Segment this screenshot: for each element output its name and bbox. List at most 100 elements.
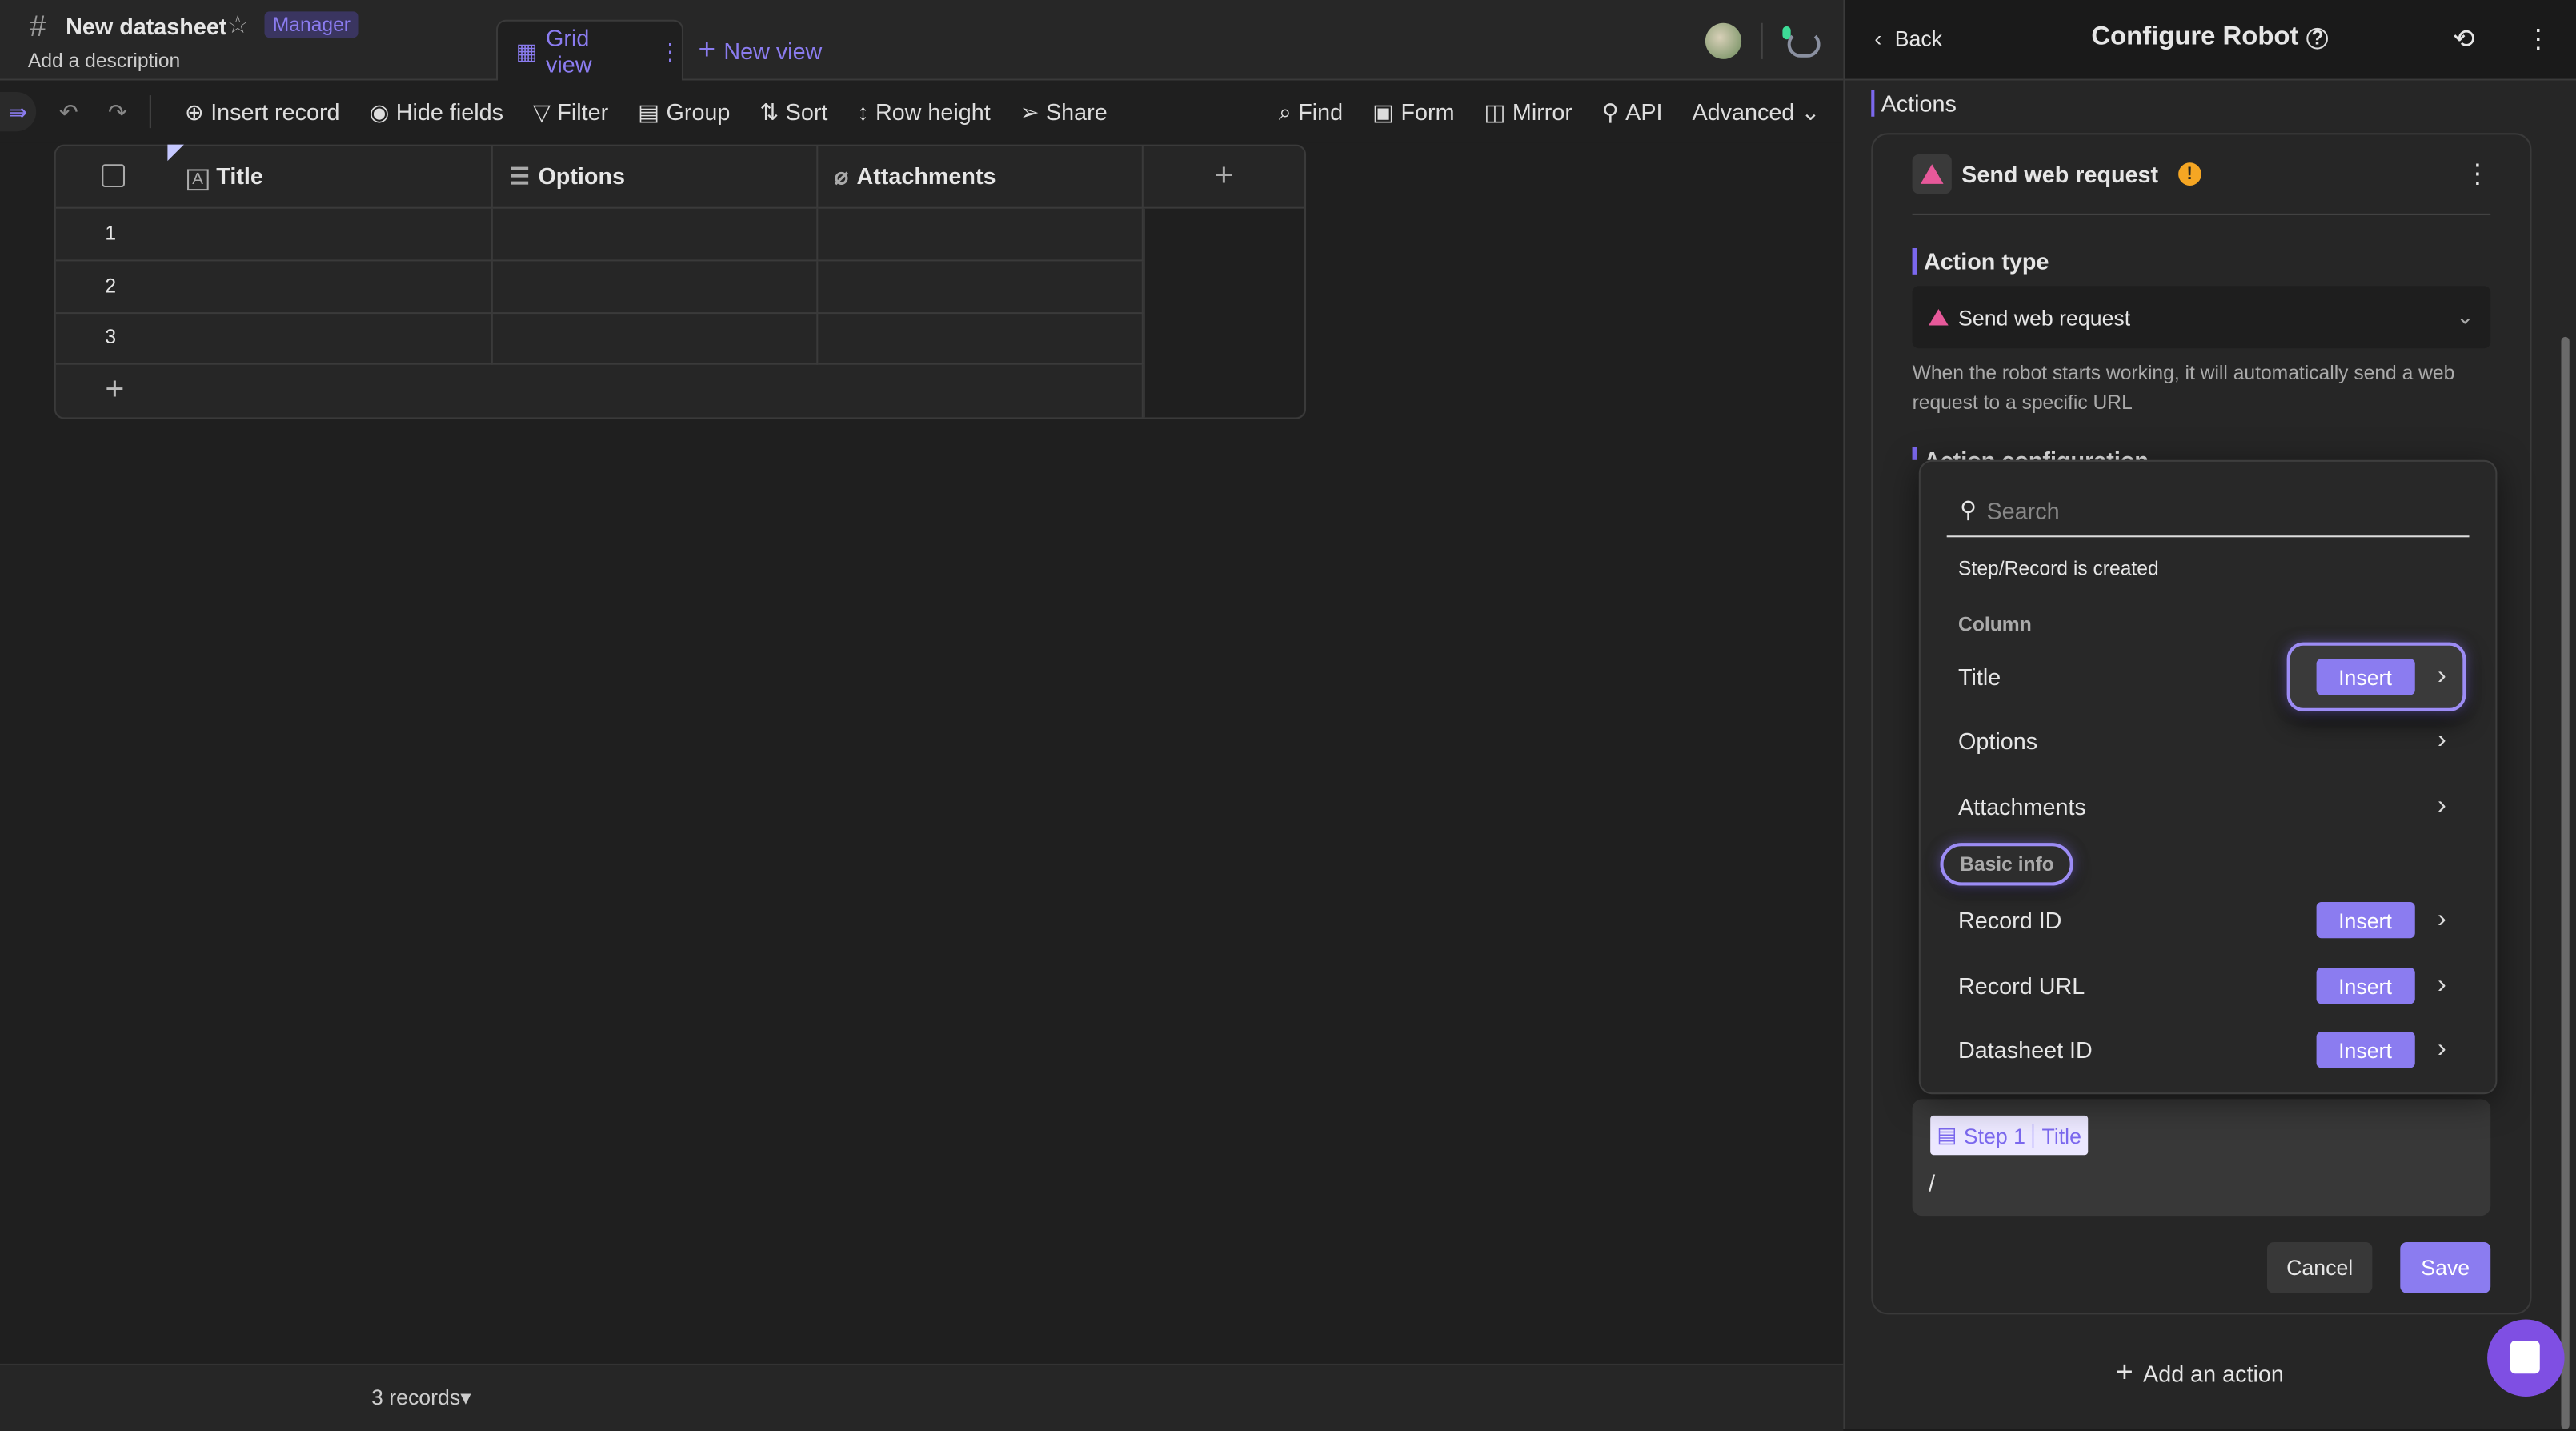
cell-options[interactable] (492, 312, 819, 366)
variable-label: Record ID (1958, 907, 2062, 934)
cell-attachments[interactable] (818, 260, 1144, 314)
selected-value: Send web request (1958, 304, 2131, 330)
add-description[interactable]: Add a description (28, 50, 180, 73)
header-cell-options[interactable]: ☰ Options (492, 146, 819, 209)
share-button[interactable]: ➢ Share (1020, 98, 1108, 126)
record-count[interactable]: 3 records▾ (371, 1385, 471, 1412)
cancel-button[interactable]: Cancel (2267, 1241, 2373, 1293)
freeze-handle[interactable] (167, 144, 184, 162)
action-header: Send web request ! (1912, 154, 2201, 194)
action-type-description: When the robot starts working, it will a… (1912, 361, 2455, 415)
tab-grid-view[interactable]: ▦ Grid view ⋮ (495, 19, 684, 81)
action-type-select[interactable]: Send web request ⌄ (1912, 286, 2491, 349)
insert-button[interactable]: Insert (2315, 968, 2415, 1004)
save-button[interactable]: Save (2400, 1241, 2491, 1293)
chevron-right-icon[interactable]: › (2438, 905, 2446, 935)
form-icon: ▣ (1372, 98, 1395, 124)
filter-icon: ▽ (532, 98, 551, 124)
star-icon[interactable]: ☆ (226, 10, 249, 39)
search-icon: ⚲ (1960, 495, 1977, 523)
insert-button[interactable]: Insert (2315, 659, 2415, 695)
header-cell-attachments[interactable]: ⌀ Attachments (818, 146, 1144, 209)
chat-support-button[interactable] (2487, 1319, 2565, 1397)
variable-token[interactable]: ▤ Step 1 Title (1930, 1115, 2089, 1156)
find-button[interactable]: ⌕ Find (1279, 98, 1343, 126)
variable-label: Title (1958, 663, 2001, 691)
panel-scrollbar[interactable] (2561, 336, 2570, 1430)
back-button[interactable]: ‹ Back (1874, 26, 1942, 51)
mirror-icon: ◫ (1484, 98, 1506, 124)
table-row[interactable]: 2 (55, 260, 493, 314)
hide-fields-button[interactable]: ◉ Hide fields (369, 98, 503, 126)
filter-button[interactable]: ▽ Filter (533, 98, 608, 126)
chevron-right-icon[interactable]: › (2438, 792, 2446, 821)
action-more-icon[interactable]: ⋮ (2464, 158, 2490, 190)
label: Title (216, 162, 263, 190)
tab-label: Grid view (546, 24, 592, 78)
send-icon: ➢ (1020, 98, 1040, 124)
group-button[interactable]: ▤ Group (638, 98, 730, 126)
new-view-button[interactable]: + New view (698, 33, 822, 67)
add-row-button[interactable]: + (56, 364, 1144, 418)
select-all-checkbox[interactable] (102, 164, 126, 188)
variable-item[interactable]: Attachments › (1958, 782, 2446, 832)
body-editor[interactable]: ▤ Step 1 Title / (1912, 1099, 2491, 1217)
cell-attachments[interactable] (818, 208, 1144, 262)
variable-label: Record URL (1958, 972, 2085, 1000)
search-icon: ⌕ (1278, 98, 1292, 124)
column-group-header: Column (1958, 612, 2032, 636)
table-row[interactable]: 3 (55, 312, 493, 366)
cell-options[interactable] (492, 260, 819, 314)
label: Filter (557, 98, 609, 126)
redo-icon[interactable]: ↷ (108, 98, 127, 126)
sort-icon: ⇅ (759, 98, 779, 124)
warning-icon: ! (2177, 162, 2201, 186)
label: Insert record (210, 98, 340, 126)
chevron-right-icon[interactable]: › (2438, 971, 2446, 1000)
label: Attachments (856, 162, 996, 190)
form-button[interactable]: ▣ Form (1372, 98, 1454, 126)
actions-heading: Actions (1871, 90, 1957, 117)
more-icon[interactable]: ⋮ (2525, 23, 2551, 56)
avatar[interactable] (1705, 22, 1742, 59)
variable-item[interactable]: Datasheet ID Insert › (1958, 1025, 2446, 1075)
api-button[interactable]: ⚲ API (1602, 98, 1663, 126)
new-view-label: New view (723, 37, 823, 64)
chevron-left-icon: ‹ (1874, 26, 1882, 51)
panel-title: Configure Robot? (2091, 23, 2329, 53)
variable-item[interactable]: Record ID Insert › (1958, 896, 2446, 945)
datasheet-hash-icon: # (29, 10, 46, 43)
label: Group (666, 98, 731, 126)
add-action-button[interactable]: + Add an action (2116, 1356, 2284, 1390)
insert-button[interactable]: Insert (2315, 902, 2415, 939)
sidebar-toggle-icon[interactable]: ⇛ (0, 91, 37, 132)
status-bar: 3 records▾ (0, 1363, 1844, 1431)
chevron-right-icon[interactable]: › (2438, 662, 2446, 691)
row-number: 3 (105, 326, 117, 350)
sync-status-icon[interactable] (1782, 22, 1821, 58)
history-icon[interactable]: ⟲ (2453, 23, 2475, 56)
cell-options[interactable] (492, 208, 819, 262)
label: Form (1400, 98, 1455, 126)
mirror-button[interactable]: ◫ Mirror (1484, 98, 1572, 126)
row-height-button[interactable]: ↕ Row height (857, 98, 990, 125)
add-column-button[interactable]: + (1143, 146, 1305, 209)
cell-attachments[interactable] (818, 312, 1144, 366)
variable-item[interactable]: Title Insert › (1958, 642, 2466, 711)
variable-item[interactable]: Record URL Insert › (1958, 961, 2446, 1011)
advanced-button[interactable]: Advanced ⌄ (1692, 98, 1820, 126)
chevron-right-icon[interactable]: › (2438, 1035, 2446, 1064)
datasheet-title[interactable]: New datasheet (66, 13, 226, 39)
help-icon[interactable]: ? (2306, 26, 2329, 50)
search-input[interactable]: ⚲ Search (1946, 485, 2470, 538)
webhook-icon (1929, 308, 1949, 326)
insert-record-button[interactable]: ⊕ Insert record (185, 98, 340, 126)
header-cell-title[interactable]: A Title (55, 144, 493, 209)
more-icon[interactable]: ⋮ (659, 37, 682, 65)
sort-button[interactable]: ⇅ Sort (759, 98, 827, 126)
undo-icon[interactable]: ↶ (59, 98, 78, 126)
table-row[interactable]: 1 (55, 208, 493, 262)
insert-button[interactable]: Insert (2315, 1032, 2415, 1068)
chevron-right-icon[interactable]: › (2438, 726, 2446, 756)
variable-item[interactable]: Options › (1958, 716, 2446, 766)
